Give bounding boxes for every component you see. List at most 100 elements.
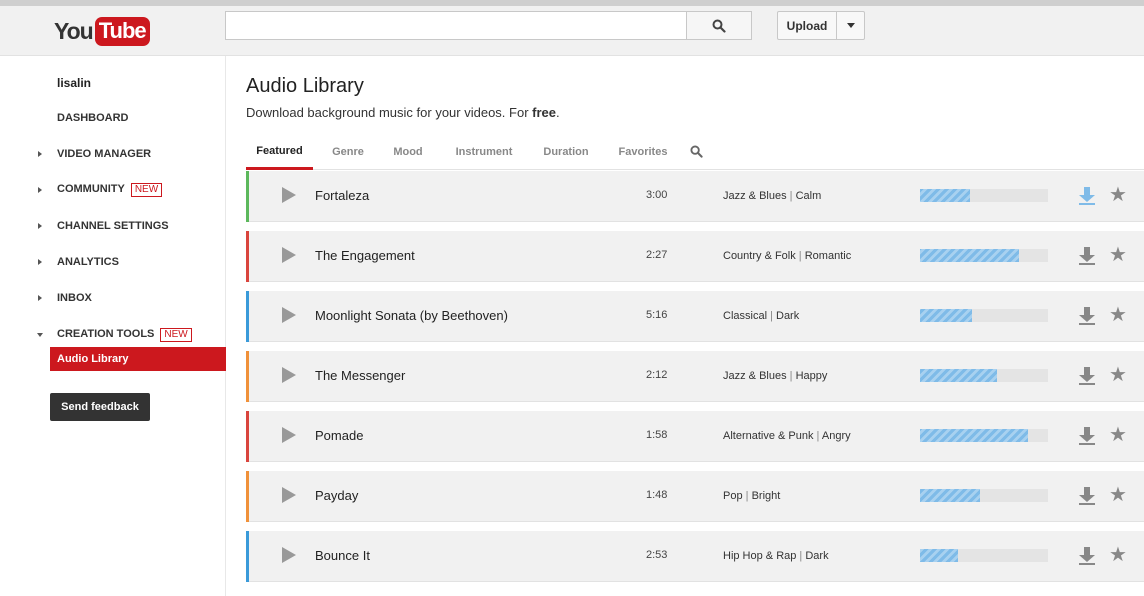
track-genre-mood: Hip Hop & Rap | Dark: [723, 550, 829, 562]
play-icon[interactable]: [282, 307, 296, 323]
send-feedback-button[interactable]: Send feedback: [50, 393, 150, 421]
subtitle-text: Download background music for your video…: [246, 105, 533, 120]
track-genre-mood: Country & Folk | Romantic: [723, 250, 851, 262]
caret-right-icon: [38, 187, 42, 193]
popularity-bar: [920, 309, 1048, 322]
username[interactable]: lisalin: [57, 76, 91, 90]
download-icon[interactable]: [1078, 306, 1096, 326]
genre-color-stripe: [246, 171, 249, 222]
favorite-star-icon[interactable]: ★: [1109, 244, 1127, 266]
track-duration: 2:27: [646, 249, 668, 261]
tab-search[interactable]: [690, 145, 703, 163]
sidebar-item-label: ANALYTICS: [57, 256, 119, 268]
play-icon[interactable]: [282, 367, 296, 383]
download-icon[interactable]: [1078, 486, 1096, 506]
popularity-bar: [920, 429, 1048, 442]
tab-featured[interactable]: Featured: [246, 134, 313, 170]
track-mood: Dark: [805, 550, 829, 562]
popularity-fill: [920, 549, 959, 562]
download-icon[interactable]: [1078, 366, 1096, 386]
track-genre: Alternative & Punk: [723, 430, 814, 442]
caret-right-icon: [38, 295, 42, 301]
track-mood: Happy: [795, 370, 828, 382]
play-icon[interactable]: [282, 487, 296, 503]
genre-color-stripe: [246, 411, 249, 462]
table-row[interactable]: The Messenger 2:12 Jazz & Blues | Happy ★: [246, 351, 1144, 402]
favorite-star-icon[interactable]: ★: [1109, 364, 1127, 386]
caret-right-icon: [38, 259, 42, 265]
subtitle-bold: free: [532, 105, 556, 120]
favorite-star-icon[interactable]: ★: [1109, 484, 1127, 506]
tab-favorites[interactable]: Favorites: [610, 134, 676, 170]
separator: |: [786, 370, 796, 382]
popularity-bar: [920, 189, 1048, 202]
separator: |: [767, 310, 776, 322]
separator: |: [786, 190, 796, 202]
download-icon[interactable]: [1078, 426, 1096, 446]
table-row[interactable]: Bounce It 2:53 Hip Hop & Rap | Dark ★: [246, 531, 1144, 582]
download-icon[interactable]: [1078, 186, 1096, 206]
tab-mood[interactable]: Mood: [386, 134, 430, 170]
new-badge: NEW: [130, 183, 163, 197]
tab-bar: Featured Genre Mood Instrument Duration Favor…: [246, 134, 1144, 170]
sidebar-item-channel-settings[interactable]: CHANNEL SETTINGS: [0, 216, 226, 236]
track-genre-mood: Jazz & Blues | Calm: [723, 190, 821, 202]
subtitle-end: .: [556, 105, 560, 120]
sidebar-item-dashboard[interactable]: DASHBOARD: [0, 108, 226, 128]
play-icon[interactable]: [282, 427, 296, 443]
track-genre: Jazz & Blues: [723, 370, 787, 382]
favorite-star-icon[interactable]: ★: [1109, 424, 1127, 446]
download-icon[interactable]: [1078, 546, 1096, 566]
genre-color-stripe: [246, 351, 249, 402]
track-title: Moonlight Sonata (by Beethoven): [315, 308, 508, 323]
favorite-star-icon[interactable]: ★: [1109, 184, 1127, 206]
table-row[interactable]: Pomade 1:58 Alternative & Punk | Angry ★: [246, 411, 1144, 462]
favorite-star-icon[interactable]: ★: [1109, 304, 1127, 326]
tab-genre[interactable]: Genre: [326, 134, 370, 170]
popularity-fill: [920, 489, 981, 502]
table-row[interactable]: Payday 1:48 Pop | Bright ★: [246, 471, 1144, 522]
track-mood: Romantic: [804, 250, 852, 262]
sidebar-item-analytics[interactable]: ANALYTICS: [0, 252, 226, 272]
tab-duration[interactable]: Duration: [535, 134, 597, 170]
popularity-bar: [920, 489, 1048, 502]
sidebar-item-label: COMMUNITY NEW: [57, 183, 163, 197]
search-icon: [690, 145, 703, 158]
track-genre: Pop: [723, 490, 743, 502]
track-genre-mood: Alternative & Punk | Angry: [723, 430, 851, 442]
sidebar-item-label: CREATION TOOLS NEW: [57, 328, 192, 342]
track-genre: Hip Hop & Rap: [723, 550, 797, 562]
track-title: Payday: [315, 488, 359, 503]
play-icon[interactable]: [282, 187, 296, 203]
sidebar-item-label: DASHBOARD: [57, 112, 129, 124]
upload-dropdown-button[interactable]: [836, 11, 865, 40]
sidebar-item-community[interactable]: COMMUNITY NEW: [0, 180, 226, 200]
play-icon[interactable]: [282, 547, 296, 563]
table-row[interactable]: Fortaleza 3:00 Jazz & Blues | Calm ★: [246, 171, 1144, 222]
favorite-star-icon[interactable]: ★: [1109, 544, 1127, 566]
separator: |: [742, 490, 752, 502]
youtube-logo[interactable]: You Tube: [54, 16, 150, 46]
download-icon[interactable]: [1078, 246, 1096, 266]
chevron-down-icon: [846, 23, 855, 28]
sidebar-item-label: INBOX: [57, 292, 92, 304]
upload-button[interactable]: Upload: [777, 11, 837, 40]
track-mood: Calm: [795, 190, 822, 202]
separator: |: [813, 430, 822, 442]
table-row[interactable]: Moonlight Sonata (by Beethoven) 5:16 Class…: [246, 291, 1144, 342]
track-duration: 2:12: [646, 369, 668, 381]
search-input[interactable]: [225, 11, 687, 40]
search-icon: [712, 19, 726, 33]
sidebar-item-video-manager[interactable]: VIDEO MANAGER: [0, 144, 226, 164]
table-row[interactable]: The Engagement 2:27 Country & Folk | Roman…: [246, 231, 1144, 282]
track-title: Pomade: [315, 428, 364, 443]
search-button[interactable]: [686, 11, 752, 40]
play-icon[interactable]: [282, 247, 296, 263]
sidebar-item-creation-tools[interactable]: CREATION TOOLS NEW: [0, 325, 226, 345]
tab-instrument[interactable]: Instrument: [446, 134, 522, 170]
sidebar-item-audio-library[interactable]: Audio Library: [50, 347, 226, 371]
sidebar-item-inbox[interactable]: INBOX: [0, 288, 226, 308]
popularity-fill: [920, 429, 1028, 442]
track-duration: 1:48: [646, 489, 668, 501]
track-genre: Classical: [723, 310, 768, 322]
